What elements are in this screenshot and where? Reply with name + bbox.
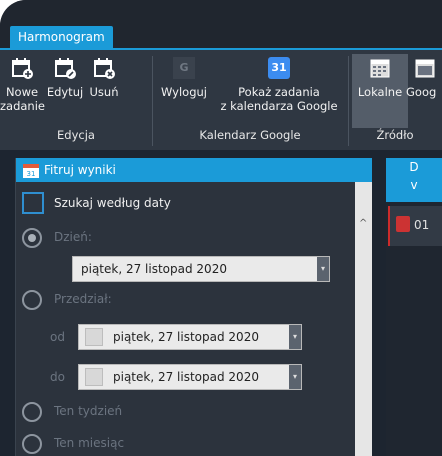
new-task-label-2: zadanie — [0, 99, 45, 113]
chevron-down-icon: ▾ — [317, 257, 329, 281]
tab-harmonogram[interactable]: Harmonogram — [10, 26, 113, 48]
day-date-picker[interactable]: piątek, 27 listopad 2020 ▾ — [72, 256, 330, 282]
new-task-label-1: Nowe — [5, 85, 39, 99]
google-source-label: Goog — [406, 85, 437, 99]
chevron-down-icon: ▾ — [289, 325, 301, 349]
logout-label: Wyloguj — [161, 85, 207, 99]
show-google-tasks-label-1: Pokaż zadania — [238, 85, 320, 99]
to-date-value: piątek, 27 listopad 2020 — [113, 370, 259, 384]
range-label: Przedział: — [54, 292, 112, 306]
task-list-item[interactable]: 01 — [388, 206, 442, 246]
chevron-down-icon: ▾ — [289, 365, 301, 389]
app-window: Harmonogram Nowe zadanie Edytuj Usuń Edy… — [0, 0, 442, 456]
group-label-google: Kalendarz Google — [199, 128, 301, 142]
day-label: Dzień: — [54, 230, 92, 244]
show-google-tasks-label-2: z kalendarza Google — [220, 99, 338, 113]
this-month-label: Ten miesiąc — [54, 436, 125, 450]
google-calendar-icon: 31 — [268, 57, 290, 79]
calendar-add-icon — [12, 58, 33, 79]
to-label: do — [50, 370, 65, 384]
search-by-date-checkbox[interactable] — [22, 192, 44, 214]
show-google-tasks-button[interactable]: 31 Pokaż zadania z kalendarza Google — [212, 54, 346, 113]
from-date-picker[interactable]: piątek, 27 listopad 2020 ▾ — [78, 324, 302, 350]
local-source-label: Lokalne — [357, 85, 403, 99]
ribbon: Nowe zadanie Edytuj Usuń Edycja G Wylogu… — [0, 48, 442, 150]
this-month-radio[interactable] — [22, 434, 42, 454]
tab-bar: Harmonogram — [0, 0, 442, 48]
edit-task-label: Edytuj — [46, 85, 84, 99]
delete-task-button[interactable]: Usuń — [86, 54, 122, 99]
search-by-date-label: Szukaj według daty — [54, 196, 171, 210]
from-date-value: piątek, 27 listopad 2020 — [113, 330, 259, 344]
google-icon: G — [173, 57, 195, 79]
logout-button[interactable]: G Wyloguj — [158, 54, 210, 99]
tasks-panel-header: D v — [386, 158, 442, 202]
edit-task-button[interactable]: Edytuj — [46, 54, 84, 99]
day-radio-dot — [28, 234, 36, 242]
tasks-header-line1: D — [409, 160, 419, 174]
group-label-edycja: Edycja — [57, 128, 95, 142]
from-label: od — [50, 330, 65, 344]
scroll-up-icon[interactable]: ^ — [359, 218, 367, 229]
from-date-checkbox[interactable] — [85, 328, 103, 346]
calendar-grid-icon — [370, 59, 390, 78]
filter-title: Fitruj wyniki — [44, 163, 116, 177]
google-source-button[interactable]: Goog — [406, 54, 442, 99]
range-radio[interactable] — [22, 290, 42, 310]
calendar-delete-icon — [94, 58, 115, 79]
delete-task-label: Usuń — [89, 85, 119, 99]
new-task-button[interactable]: Nowe zadanie — [0, 54, 45, 113]
task-icon — [396, 216, 410, 232]
filter-panel-header: 31 Fitruj wyniki — [16, 158, 372, 182]
this-week-radio[interactable] — [22, 402, 42, 422]
day-radio[interactable] — [22, 228, 42, 248]
google-calendar-grid-icon — [415, 59, 435, 78]
local-source-button[interactable]: Lokalne — [352, 54, 408, 99]
day-date-value: piątek, 27 listopad 2020 — [81, 262, 227, 276]
svg-text:31: 31 — [27, 170, 36, 178]
calendar-edit-icon — [55, 58, 76, 79]
filter-panel: 31 Fitruj wyniki Szukaj według daty Dzie… — [15, 158, 372, 456]
tasks-panel: D v 01 — [386, 158, 442, 456]
calendar-icon: 31 — [23, 164, 39, 178]
to-date-picker[interactable]: piątek, 27 listopad 2020 ▾ — [78, 364, 302, 390]
group-label-source: Źródło — [376, 128, 414, 142]
to-date-checkbox[interactable] — [85, 368, 103, 386]
this-week-label: Ten tydzień — [54, 404, 123, 418]
tasks-header-line2: v — [410, 178, 418, 192]
filter-scrollbar[interactable]: ^ — [355, 182, 372, 456]
task-item-text: 01 — [414, 218, 430, 232]
